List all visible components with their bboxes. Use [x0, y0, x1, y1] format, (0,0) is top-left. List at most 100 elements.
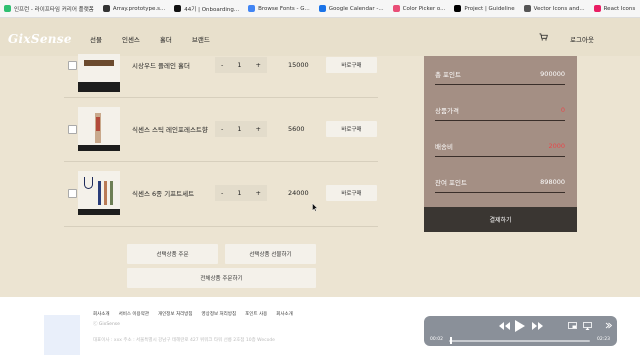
rewind-icon[interactable] — [499, 322, 510, 330]
row-divider — [64, 226, 378, 227]
bookmark-label: Project | Guideline — [464, 5, 515, 12]
bookmarks-bar: 인프런 - 라이프타임 커리어 플랫폼 Array.prototype.s... 4… — [0, 0, 640, 18]
plus-button[interactable]: + — [256, 125, 261, 133]
nav-item-brand[interactable]: 브랜드 — [192, 34, 210, 44]
bookmark-label: Google Calendar -... — [328, 5, 384, 12]
footer-link-terms[interactable]: 서비스 이용약관 — [119, 311, 149, 317]
footer-link-points[interactable]: 포인트 사용 — [245, 311, 267, 317]
order-selected-button[interactable]: 선택상품 주문 — [127, 244, 218, 264]
summary-label: 잔여 포인트 — [435, 178, 467, 187]
bookmark-item[interactable]: Browse Fonts - G... — [248, 5, 310, 12]
minus-button[interactable]: - — [221, 61, 223, 69]
product-image — [78, 171, 120, 215]
footer-links: 회사소개 서비스 이용약관 개인정보 처리방침 영상정보 처리방침 포인트 사용… — [93, 311, 302, 317]
bookmark-favicon-icon — [454, 5, 462, 12]
summary-value: 900000 — [540, 69, 565, 78]
footer-link-video-policy[interactable]: 영상정보 처리방침 — [202, 311, 237, 317]
summary-row-shipping: 배송비 2000 — [435, 135, 565, 157]
cart-icon[interactable] — [539, 33, 548, 41]
total-time: 02:23 — [597, 337, 610, 342]
bookmark-favicon-icon — [102, 5, 110, 12]
nav-item-incense[interactable]: 인센스 — [122, 34, 140, 44]
row-divider — [64, 97, 378, 98]
order-summary-panel: 총 포인트 900000 상품가격 0 배송비 2000 잔여 포인트 8980… — [424, 56, 577, 232]
plus-button[interactable]: + — [256, 61, 261, 69]
quantity-value: 1 — [237, 189, 242, 197]
progress-handle[interactable] — [449, 337, 452, 344]
summary-value: 898000 — [540, 177, 565, 186]
product-price: 15000 — [288, 61, 309, 69]
bookmark-item[interactable]: Vector Icons and... — [523, 5, 585, 12]
bookmark-item[interactable]: Google Calendar -... — [318, 5, 384, 12]
product-price: 24000 — [288, 189, 309, 197]
gift-selected-button[interactable]: 선택상품 선물하기 — [225, 244, 316, 264]
logout-link[interactable]: 로그아웃 — [570, 34, 594, 44]
buy-now-button[interactable]: 바로구매 — [326, 185, 377, 201]
bookmark-item[interactable]: 인프런 - 라이프타임 커리어 플랫폼 — [4, 5, 94, 13]
expand-icon[interactable] — [605, 322, 612, 329]
footer-logo — [44, 315, 80, 355]
quantity-value: 1 — [237, 61, 242, 69]
summary-row-total-points: 총 포인트 900000 — [435, 63, 565, 85]
bookmark-favicon-icon — [248, 5, 256, 12]
bookmark-favicon-icon — [4, 5, 11, 12]
bookmark-label: React Icons — [603, 5, 636, 12]
checkout-button[interactable]: 결제하기 — [424, 207, 577, 232]
product-name: 시상우드 플레인 홀더 — [132, 62, 190, 70]
plus-button[interactable]: + — [256, 189, 261, 197]
footer-brand: ⓒ GixSense — [93, 322, 120, 327]
quantity-stepper: - 1 + — [215, 185, 267, 201]
play-icon[interactable] — [515, 320, 525, 332]
footer-link-about[interactable]: 회사소개 — [93, 311, 110, 317]
buy-now-button[interactable]: 바로구매 — [326, 57, 377, 73]
nav-item-gift[interactable]: 선물 — [90, 34, 102, 44]
bookmark-label: 44기 | Onboarding... — [184, 6, 240, 13]
bookmark-item[interactable]: Project | Guideline — [454, 5, 515, 12]
footer-link-privacy[interactable]: 개인정보 처리방침 — [158, 311, 193, 317]
bookmark-label: Browse Fonts - G... — [258, 5, 310, 12]
product-name: 식센스 스틱 레인포레스트향 — [132, 126, 208, 134]
bookmark-item[interactable]: Color Picker o... — [392, 5, 446, 12]
picture-in-picture-icon[interactable] — [568, 322, 577, 330]
nav-item-holder[interactable]: 홀더 — [160, 34, 172, 44]
quantity-stepper: - 1 + — [215, 121, 267, 137]
bookmark-label: Vector Icons and... — [533, 5, 585, 12]
bookmark-label: Color Picker o... — [402, 5, 446, 12]
product-checkbox[interactable] — [68, 125, 77, 134]
product-checkbox[interactable] — [68, 189, 77, 198]
summary-label: 총 포인트 — [435, 70, 461, 79]
order-all-button[interactable]: 전체상품 주문하기 — [127, 268, 316, 288]
fast-forward-icon[interactable] — [532, 322, 543, 330]
summary-row-product-price: 상품가격 0 — [435, 99, 565, 121]
progress-track[interactable] — [449, 340, 590, 342]
summary-value: 2000 — [548, 141, 565, 150]
current-time: 00:02 — [430, 337, 443, 342]
airplay-icon[interactable] — [583, 322, 592, 330]
buy-now-button[interactable]: 바로구매 — [326, 121, 377, 137]
product-image — [78, 54, 120, 92]
summary-label: 상품가격 — [435, 106, 459, 115]
bookmark-item[interactable]: React Icons — [593, 5, 636, 12]
bookmark-label: Array.prototype.s... — [112, 5, 166, 12]
bookmark-favicon-icon — [523, 5, 531, 12]
main-nav: 선물 인센스 홀더 브랜드 — [90, 34, 230, 44]
minus-button[interactable]: - — [221, 189, 223, 197]
bookmark-item[interactable]: 44기 | Onboarding... — [174, 5, 239, 13]
quantity-stepper: - 1 + — [215, 57, 267, 73]
minus-button[interactable]: - — [221, 125, 223, 133]
row-divider — [64, 161, 378, 162]
product-name: 식센스 6종 기프트세트 — [132, 190, 195, 198]
quantity-value: 1 — [237, 125, 242, 133]
bookmark-favicon-icon — [318, 5, 326, 12]
bookmark-favicon-icon — [593, 5, 601, 12]
site-logo[interactable]: GixSense — [8, 32, 72, 46]
footer-link-about-2[interactable]: 회사소개 — [276, 311, 293, 317]
mouse-cursor-icon — [312, 203, 318, 212]
bookmark-favicon-icon — [174, 5, 182, 12]
footer-company-info: 대표이사 : xxx 주소 : 서울특별시 강남구 테헤란로 427 위워크 타… — [93, 338, 275, 343]
summary-row-remaining-points: 잔여 포인트 898000 — [435, 171, 565, 193]
product-checkbox[interactable] — [68, 61, 77, 70]
bookmark-item[interactable]: Array.prototype.s... — [102, 5, 166, 12]
summary-label: 배송비 — [435, 142, 453, 151]
bookmark-favicon-icon — [392, 5, 400, 12]
